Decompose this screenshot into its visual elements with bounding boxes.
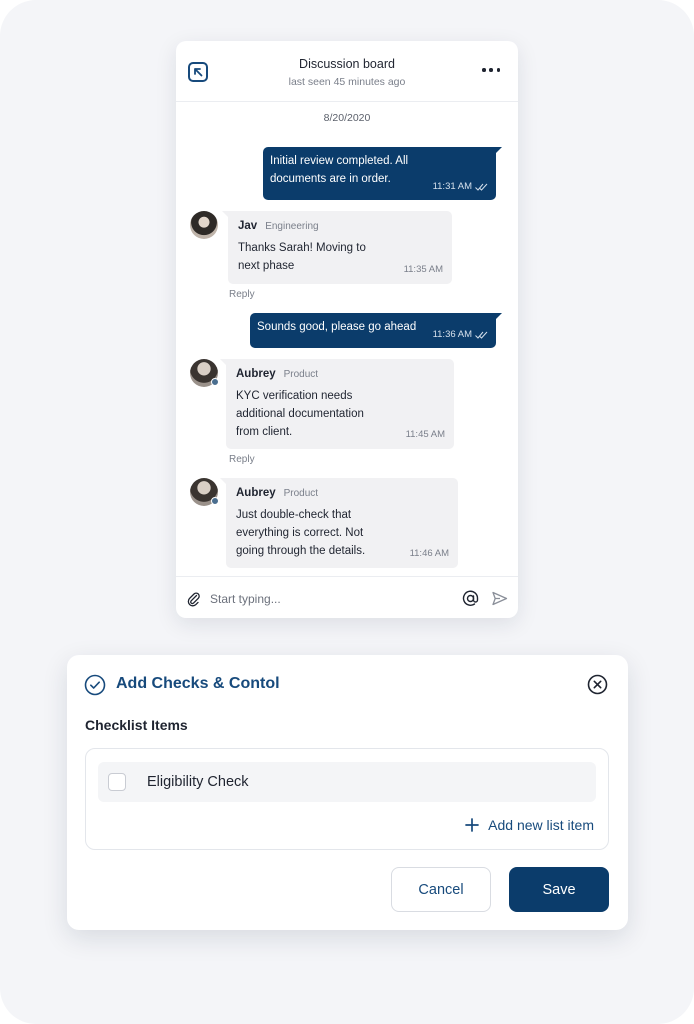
checklist-item-checkbox[interactable]: [108, 773, 126, 791]
checklist-item[interactable]: Eligibility Check: [98, 762, 596, 802]
more-horizontal-icon: [482, 68, 486, 72]
avatar[interactable]: [190, 211, 218, 239]
message-outgoing[interactable]: Sounds good, please go ahead 11:36 AM: [250, 313, 502, 348]
message-line: KYC verification needs: [236, 390, 353, 402]
message-composer: [176, 576, 518, 618]
more-options-button[interactable]: [482, 63, 500, 77]
message-incoming[interactable]: Aubrey Product Just double-check that ev…: [220, 478, 458, 568]
chat-header: Discussion board last seen 45 minutes ag…: [176, 41, 518, 102]
sender-name: Aubrey: [236, 487, 276, 499]
reply-link[interactable]: Reply: [229, 289, 255, 300]
sender-name: Aubrey: [236, 368, 276, 380]
double-check-icon: [475, 183, 488, 191]
sender-name: Jav: [238, 220, 258, 232]
add-checks-modal: Add Checks & Contol Checklist Items Elig…: [67, 655, 628, 930]
double-check-icon: [475, 331, 488, 339]
message-time: 11:31 AM: [432, 181, 472, 192]
checklist-section-label: Checklist Items: [85, 717, 188, 733]
message-time: 11:46 AM: [409, 548, 449, 559]
chat-window: Discussion board last seen 45 minutes ag…: [176, 41, 518, 618]
check-circle-icon: [84, 674, 106, 696]
message-line: Just double-check that: [236, 509, 352, 521]
paperclip-icon[interactable]: [186, 591, 202, 607]
sender-department: Engineering: [265, 221, 319, 232]
checklist-box: Eligibility Check Add new list item: [85, 748, 609, 850]
plus-icon: [465, 818, 480, 832]
checklist-item-label: Eligibility Check: [147, 774, 249, 790]
message-line: additional documentation: [236, 408, 364, 420]
add-list-item-label: Add new list item: [488, 817, 594, 833]
avatar[interactable]: [190, 359, 219, 387]
save-button[interactable]: Save: [509, 867, 609, 912]
online-status-dot: [211, 497, 219, 505]
message-outgoing[interactable]: Initial review completed. All documents …: [263, 147, 502, 200]
message-incoming[interactable]: Jav Engineering Thanks Sarah! Moving to …: [222, 211, 452, 284]
cancel-button[interactable]: Cancel: [391, 867, 491, 912]
message-incoming[interactable]: Aubrey Product KYC verification needs ad…: [220, 359, 454, 449]
modal-title: Add Checks & Contol: [116, 675, 280, 692]
message-time: 11:36 AM: [432, 329, 472, 340]
message-line: Thanks Sarah! Moving to: [238, 242, 366, 254]
sender-department: Product: [283, 488, 319, 499]
chat-title: Discussion board: [299, 57, 395, 71]
message-time: 11:45 AM: [405, 429, 445, 440]
online-status-dot: [211, 378, 219, 386]
message-line: everything is correct. Not: [236, 527, 364, 539]
avatar[interactable]: [190, 478, 219, 506]
at-sign-icon[interactable]: [462, 590, 479, 607]
message-input[interactable]: [210, 589, 450, 609]
sender-department: Product: [283, 369, 319, 380]
close-circle-icon[interactable]: [587, 674, 608, 695]
add-list-item-button[interactable]: Add new list item: [465, 817, 594, 833]
message-line: Initial review completed. All: [270, 155, 409, 167]
reply-link[interactable]: Reply: [229, 454, 255, 465]
chat-last-seen: last seen 45 minutes ago: [288, 76, 406, 88]
message-time: 11:35 AM: [403, 264, 443, 275]
send-icon[interactable]: [491, 590, 508, 607]
date-separator: 8/20/2020: [323, 112, 371, 124]
